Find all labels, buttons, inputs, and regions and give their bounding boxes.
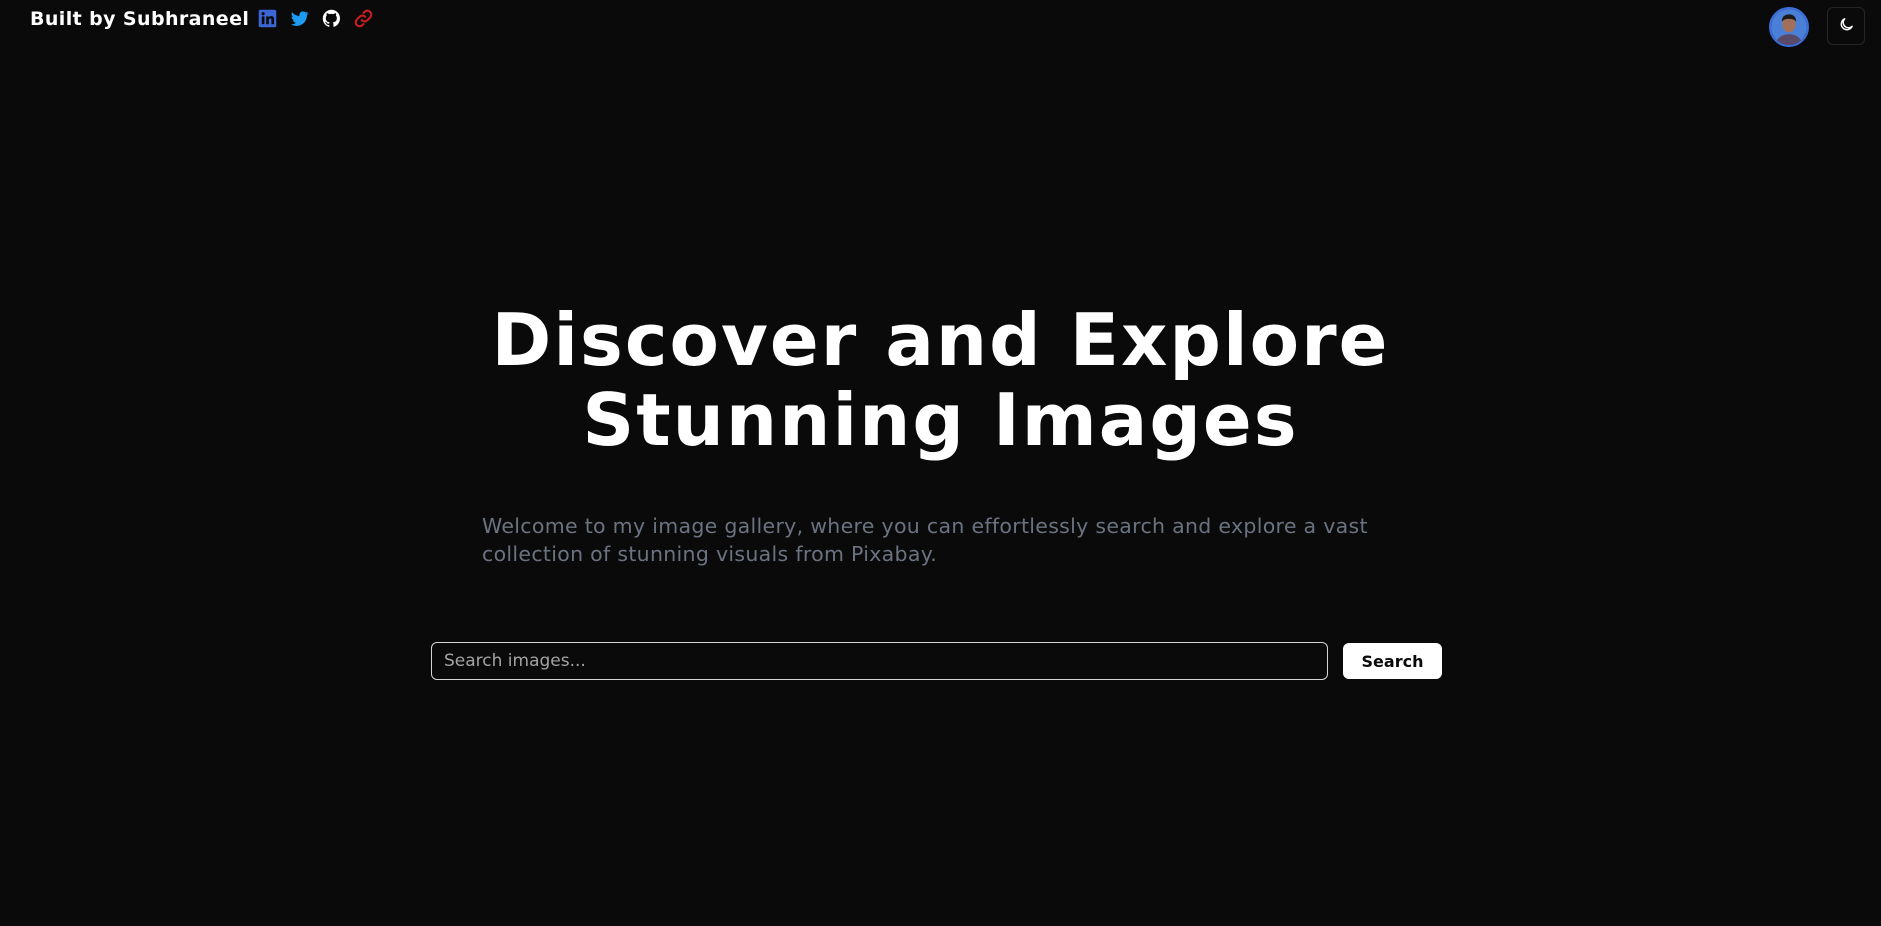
moon-icon	[1838, 16, 1855, 37]
hero-title-line-2: Stunning Images	[582, 378, 1299, 462]
link-icon	[353, 8, 374, 29]
social-links	[256, 7, 374, 29]
twitter-icon	[289, 8, 310, 29]
brand-title: Built by Subhraneel	[30, 8, 250, 30]
github-icon	[321, 8, 342, 29]
linkedin-link[interactable]	[256, 7, 278, 29]
github-link[interactable]	[320, 7, 342, 29]
theme-toggle-button[interactable]	[1827, 7, 1865, 45]
top-bar: Built by Subhraneel	[0, 0, 1881, 52]
website-link[interactable]	[352, 7, 374, 29]
search-form: Search	[431, 642, 1442, 680]
hero-title-line-1: Discover and Explore	[491, 298, 1390, 382]
twitter-link[interactable]	[288, 7, 310, 29]
hero-title: Discover and Explore Stunning Images	[0, 300, 1881, 460]
linkedin-icon	[257, 8, 278, 29]
avatar[interactable]	[1769, 7, 1809, 47]
search-input[interactable]	[431, 642, 1328, 680]
hero-subtitle: Welcome to my image gallery, where you c…	[482, 514, 1368, 566]
search-button[interactable]: Search	[1343, 643, 1442, 679]
page: Built by Subhraneel Discover and Explore…	[0, 0, 1881, 926]
